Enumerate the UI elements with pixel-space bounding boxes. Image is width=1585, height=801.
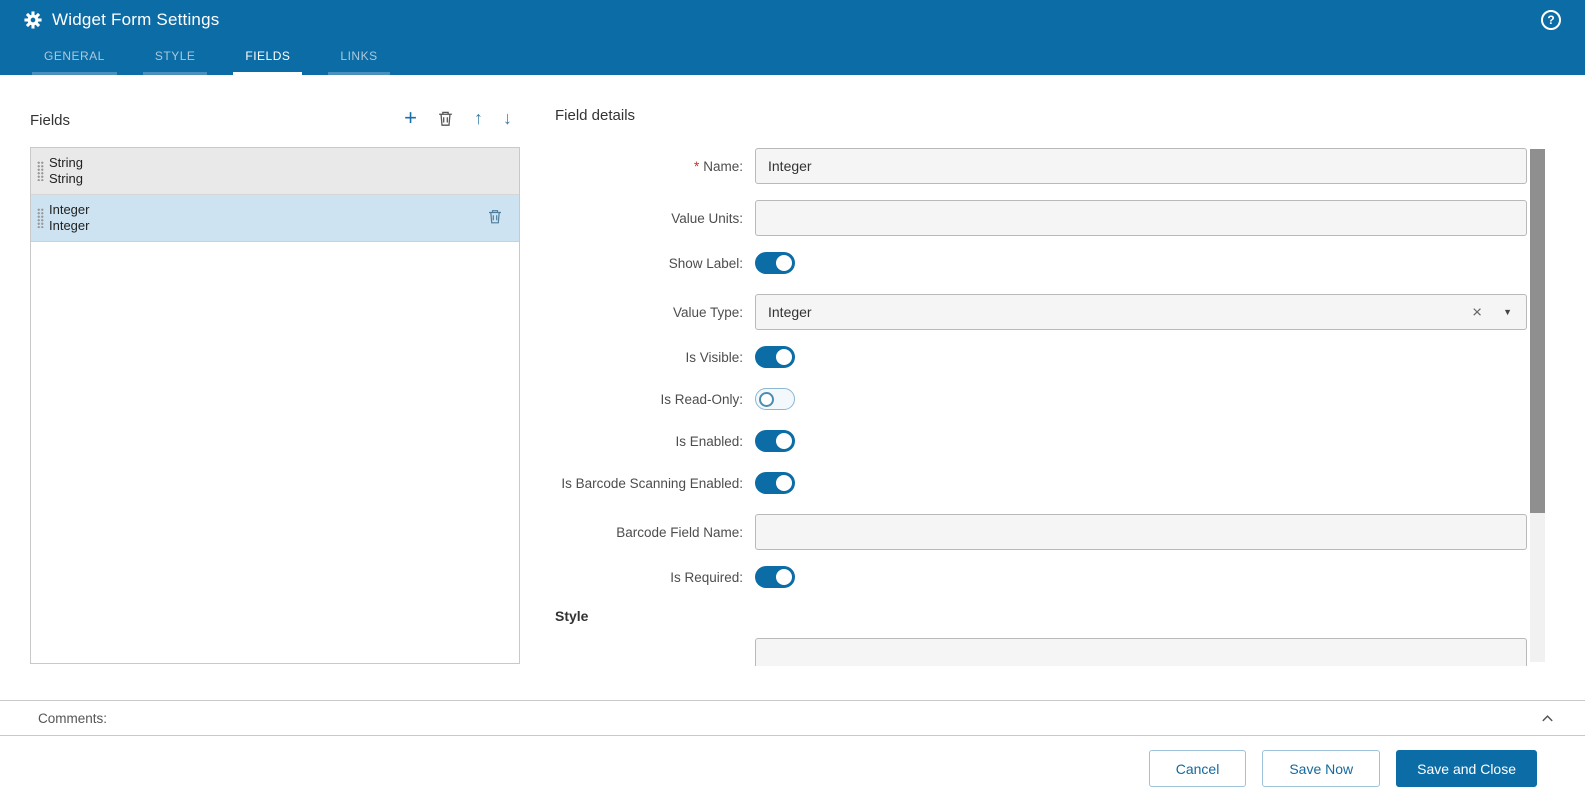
value-type-selected-value: Integer — [768, 304, 812, 320]
field-item-line2: String — [49, 171, 505, 187]
toggle-knob — [776, 349, 792, 365]
move-field-up-button[interactable]: ↑ — [474, 109, 483, 127]
field-item-line2: Integer — [49, 218, 505, 234]
is-read-only-toggle[interactable] — [755, 388, 795, 410]
clear-icon[interactable]: × — [1472, 304, 1482, 321]
toggle-knob — [759, 392, 774, 407]
delete-field-button[interactable] — [437, 110, 454, 127]
collapse-comments-button[interactable] — [1540, 711, 1555, 726]
barcode-field-name-label: Barcode Field Name: — [555, 525, 755, 540]
fields-toolbar: + ↑ ↓ — [404, 107, 520, 129]
is-barcode-scanning-label: Is Barcode Scanning Enabled: — [555, 476, 755, 491]
is-visible-toggle[interactable] — [755, 346, 795, 368]
field-details-panel: Field details *Name: Value Units: Show L… — [555, 107, 1545, 700]
show-label-label: Show Label: — [555, 256, 755, 271]
title-row: Widget Form Settings ? — [0, 0, 1585, 40]
drag-handle-icon[interactable] — [37, 161, 44, 181]
move-field-down-button[interactable]: ↓ — [503, 109, 512, 127]
is-required-row: Is Required: — [555, 566, 1527, 588]
required-marker: * — [694, 159, 699, 174]
is-read-only-label: Is Read-Only: — [555, 392, 755, 407]
tab-general[interactable]: GENERAL — [32, 41, 117, 75]
trash-icon — [437, 110, 454, 127]
plus-icon: + — [404, 107, 417, 129]
is-enabled-label: Is Enabled: — [555, 434, 755, 449]
page-title: Widget Form Settings — [52, 10, 219, 30]
fields-panel-title: Fields — [30, 112, 70, 129]
value-type-row: Value Type: Integer × ▼ — [555, 294, 1527, 330]
is-read-only-row: Is Read-Only: — [555, 388, 1527, 410]
list-item-string[interactable]: String String — [31, 148, 519, 195]
style-section-heading: Style — [555, 608, 1527, 624]
value-units-label: Value Units: — [555, 211, 755, 226]
drag-handle-icon[interactable] — [37, 208, 44, 228]
field-details-title: Field details — [555, 107, 1527, 124]
trash-icon — [487, 209, 503, 225]
field-item-line1: Integer — [49, 202, 505, 218]
barcode-field-name-input[interactable] — [755, 514, 1527, 550]
field-item-line1: String — [49, 155, 505, 171]
list-item-integer[interactable]: Integer Integer — [31, 195, 519, 242]
gear-icon — [24, 11, 42, 29]
field-details-form: *Name: Value Units: Show Label: Value Ty… — [555, 148, 1527, 666]
is-enabled-toggle[interactable] — [755, 430, 795, 452]
delete-item-button[interactable] — [487, 209, 503, 228]
comments-label: Comments: — [38, 711, 107, 726]
style-first-input[interactable] — [755, 638, 1527, 666]
show-label-row: Show Label: — [555, 252, 1527, 274]
value-units-input[interactable] — [755, 200, 1527, 236]
is-visible-row: Is Visible: — [555, 346, 1527, 368]
name-label: *Name: — [555, 159, 755, 174]
arrow-down-icon: ↓ — [503, 109, 512, 127]
main-content: Fields + ↑ ↓ String String — [0, 75, 1585, 700]
value-units-row: Value Units: — [555, 200, 1527, 236]
toggle-knob — [776, 255, 792, 271]
save-and-close-button[interactable]: Save and Close — [1396, 750, 1537, 787]
is-visible-label: Is Visible: — [555, 350, 755, 365]
add-field-button[interactable]: + — [404, 107, 417, 129]
scrollbar-thumb[interactable] — [1530, 149, 1545, 513]
dialog-header: Widget Form Settings ? GENERAL STYLE FIE… — [0, 0, 1585, 75]
is-required-toggle[interactable] — [755, 566, 795, 588]
toggle-knob — [776, 569, 792, 585]
tab-style[interactable]: STYLE — [143, 41, 208, 75]
is-barcode-scanning-toggle[interactable] — [755, 472, 795, 494]
chevron-down-icon[interactable]: ▼ — [1503, 307, 1512, 317]
is-required-label: Is Required: — [555, 570, 755, 585]
name-input[interactable] — [755, 148, 1527, 184]
barcode-field-name-row: Barcode Field Name: — [555, 514, 1527, 550]
is-barcode-scanning-row: Is Barcode Scanning Enabled: — [555, 472, 1527, 494]
fields-panel-header: Fields + ↑ ↓ — [30, 107, 520, 129]
chevron-up-icon — [1540, 711, 1555, 726]
tab-bar: GENERAL STYLE FIELDS LINKS — [0, 40, 1585, 75]
is-enabled-row: Is Enabled: — [555, 430, 1527, 452]
widget-form-settings-dialog: Widget Form Settings ? GENERAL STYLE FIE… — [0, 0, 1585, 801]
toggle-knob — [776, 433, 792, 449]
value-type-label: Value Type: — [555, 305, 755, 320]
help-icon[interactable]: ? — [1541, 10, 1561, 30]
arrow-up-icon: ↑ — [474, 109, 483, 127]
cancel-button[interactable]: Cancel — [1149, 750, 1247, 787]
fields-panel: Fields + ↑ ↓ String String — [30, 107, 520, 700]
tab-links[interactable]: LINKS — [328, 41, 389, 75]
value-type-select[interactable]: Integer × ▼ — [755, 294, 1527, 330]
dialog-footer: Cancel Save Now Save and Close — [0, 736, 1585, 801]
tab-fields[interactable]: FIELDS — [233, 41, 302, 75]
vertical-scrollbar[interactable] — [1530, 149, 1545, 662]
fields-list: String String Integer Integer — [30, 147, 520, 664]
name-row: *Name: — [555, 148, 1527, 184]
style-first-row-clipped — [555, 638, 1527, 666]
save-now-button[interactable]: Save Now — [1262, 750, 1380, 787]
comments-bar: Comments: — [0, 700, 1585, 736]
toggle-knob — [776, 475, 792, 491]
show-label-toggle[interactable] — [755, 252, 795, 274]
